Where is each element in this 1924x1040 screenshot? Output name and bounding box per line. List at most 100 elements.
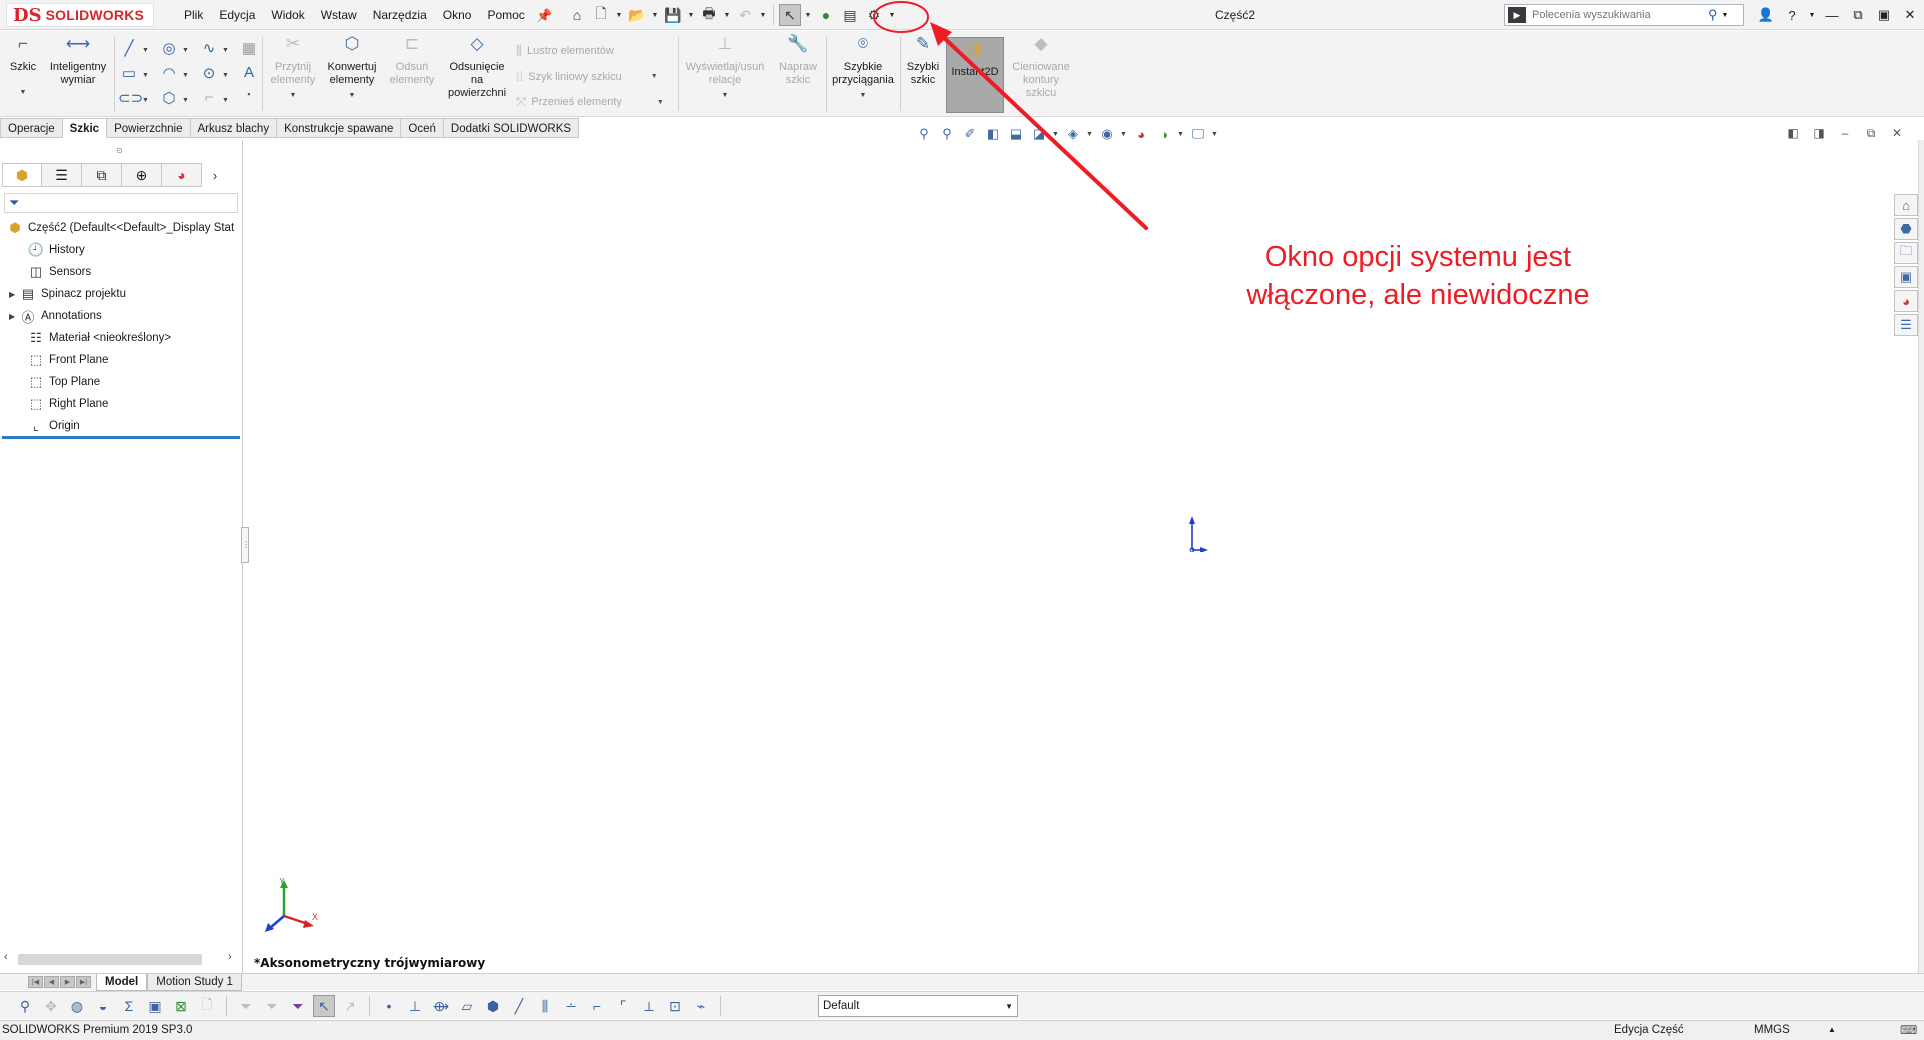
more-tabs-chevron-icon[interactable]: › (202, 163, 228, 187)
circle-dropdown-icon[interactable]: ▼ (182, 47, 189, 54)
document-icon[interactable]: 🗋 (196, 995, 218, 1017)
undo-dropdown-icon[interactable]: ▼ (758, 4, 768, 26)
save-icon[interactable]: 💾 (662, 4, 684, 26)
design-library-icon[interactable]: ⬣ (1894, 218, 1918, 240)
tab-ocen[interactable]: Oceń (401, 118, 444, 138)
open-folder-icon[interactable]: 📂 (626, 4, 648, 26)
menu-pomoc[interactable]: Pomoc (479, 0, 532, 30)
print-icon[interactable]: 🖶 (698, 4, 720, 26)
tab-motion-study-1[interactable]: Motion Study 1 (147, 974, 242, 991)
search-icon[interactable]: ⚲ (1708, 7, 1718, 23)
dimension-tool-icon[interactable]: ⟂ (638, 995, 660, 1017)
configuration-select[interactable]: Default ▼ (818, 995, 1018, 1017)
axis-tool-icon[interactable]: ⊥ (404, 995, 426, 1017)
search-input[interactable] (1532, 9, 1708, 21)
view-forward-icon[interactable]: ◨ (1810, 124, 1828, 142)
panel-splitter[interactable]: ⋮ (241, 527, 250, 563)
hide-show-items-icon[interactable]: ◉ (1097, 124, 1117, 144)
spline-icon[interactable]: ∿ (198, 39, 220, 57)
smart-dimension-button[interactable]: ⟷ Inteligentny wymiar (44, 35, 112, 87)
linear-pattern-button[interactable]: ⁞⁞ Szyk liniowy szkicu ▼ (516, 69, 658, 84)
rectangle-icon[interactable]: ▭ (118, 64, 140, 82)
offset-on-surface-button[interactable]: ◇ Odsunięcie na powierzchni (442, 35, 512, 100)
tree-root-part[interactable]: ⬢ Część2 (Default<<Default>_Display Stat (0, 217, 234, 239)
edit-appearance-icon[interactable]: ◕ (1131, 124, 1151, 144)
close-icon[interactable]: ✕ (1900, 5, 1920, 25)
fillet-dropdown-icon[interactable]: ▼ (222, 97, 229, 104)
section-properties-icon[interactable]: ◒ (92, 995, 114, 1017)
options-dropdown-icon[interactable]: ▼ (887, 4, 897, 26)
new-document-icon[interactable]: 🗋 (590, 4, 612, 26)
selection-filter-icon[interactable]: ⏷ (287, 995, 309, 1017)
undo-icon[interactable]: ↶ (734, 4, 756, 26)
tree-item-right-plane[interactable]: ⬚ Right Plane (0, 393, 109, 415)
solidworks-logo[interactable]: DS SOLIDWORKS (6, 3, 154, 27)
polygon-icon[interactable]: ⬡ (158, 89, 180, 107)
trim-dropdown-icon[interactable]: ▼ (266, 89, 320, 102)
restore-window-icon[interactable]: ⧉ (1848, 5, 1868, 25)
display-manager-tab-icon[interactable]: ◕ (162, 163, 202, 187)
sketch-point-icon[interactable]: ∸ (560, 995, 582, 1017)
tab-operacje[interactable]: Operacje (0, 118, 63, 138)
display-style-dropdown-icon[interactable]: ▼ (1086, 131, 1094, 138)
tree-item-material[interactable]: ☷ Materiał <nieokreślony> (0, 327, 171, 349)
pattern-dropdown-icon[interactable]: ▼ (651, 73, 658, 80)
panel-horizontal-scrollbar[interactable]: ‹ › (0, 951, 241, 967)
scroll-right-icon[interactable]: › (228, 951, 232, 963)
tile-window-icon[interactable]: ▣ (1874, 5, 1894, 25)
ellipse-dropdown-icon[interactable]: ▼ (222, 72, 229, 79)
tab-model[interactable]: Model (96, 974, 148, 991)
file-properties-icon[interactable]: ▤ (839, 4, 861, 26)
expand-arrow-icon[interactable]: ▶ (9, 290, 19, 299)
scroll-left-icon[interactable]: ‹ (4, 951, 8, 963)
tree-item-origin[interactable]: ⌞ Origin (0, 415, 80, 437)
instant2d-button[interactable]: ▥ Instant2D (946, 37, 1004, 113)
move-icon[interactable]: ✥ (40, 995, 62, 1017)
point-tool-icon[interactable]: • (378, 995, 400, 1017)
point-icon[interactable]: ▪ (238, 89, 260, 99)
view-orientation-dropdown-icon[interactable]: ▼ (1052, 131, 1060, 138)
rollback-bar[interactable] (2, 436, 240, 439)
filter-faces-icon[interactable]: ⏷ (235, 995, 257, 1017)
feature-manager-tab-icon[interactable]: ⬢ (2, 163, 42, 187)
user-account-icon[interactable]: 👤 (1756, 5, 1776, 25)
open-dropdown-icon[interactable]: ▼ (650, 4, 660, 26)
tab-dodatki-solidworks[interactable]: Dodatki SOLIDWORKS (443, 118, 580, 138)
view-orientation-icon[interactable]: ◪ (1029, 124, 1049, 144)
tab-powierzchnie[interactable]: Powierzchnie (107, 118, 191, 138)
print-dropdown-icon[interactable]: ▼ (722, 4, 732, 26)
box-icon[interactable]: ⬢ (482, 995, 504, 1017)
tree-item-annotations[interactable]: ▶ Ⓐ Annotations (0, 305, 102, 327)
tab-arkusz-blachy[interactable]: Arkusz blachy (190, 118, 278, 138)
home-icon[interactable]: ⌂ (566, 4, 588, 26)
hide-show-dropdown-icon[interactable]: ▼ (1120, 131, 1128, 138)
szkic-dropdown-icon[interactable]: ▼ (6, 86, 40, 99)
menu-narzedzia[interactable]: Narzędzia (365, 0, 435, 30)
spline-dropdown-icon[interactable]: ▼ (222, 47, 229, 54)
help-dropdown-icon[interactable]: ▼ (1808, 5, 1816, 25)
pin-menu-icon[interactable]: 📌 (536, 8, 552, 24)
szkic-button[interactable]: ⌐ Szkic ▼ (6, 35, 40, 99)
panel-grip-icon[interactable]: ⊙ (116, 146, 123, 155)
quick-snaps-dropdown-icon[interactable]: ▼ (830, 89, 896, 102)
expand-arrow-icon[interactable]: ▶ (9, 312, 19, 321)
select-cursor-icon[interactable]: ↖ (313, 995, 335, 1017)
rebuild-traffic-light-icon[interactable]: ● (815, 4, 837, 26)
circle-icon[interactable]: ◎ (158, 39, 180, 57)
mate-tool-icon[interactable]: ⊡ (664, 995, 686, 1017)
plane-tool-icon[interactable]: ▱ (456, 995, 478, 1017)
menu-okno[interactable]: Okno (435, 0, 480, 30)
filter-edges-icon[interactable]: ⏷ (261, 995, 283, 1017)
view-settings-dropdown-icon[interactable]: ▼ (1211, 131, 1219, 138)
zoom-to-fit-icon[interactable]: ⚲ (914, 124, 934, 144)
property-manager-tab-icon[interactable]: ☰ (42, 163, 82, 187)
status-quick-tips-icon[interactable]: ⌨ (1900, 1023, 1917, 1037)
extrude-icon[interactable]: ⫼ (534, 995, 556, 1017)
sketch-line-icon[interactable]: ╱ (508, 995, 530, 1017)
solidworks-resources-icon[interactable]: ⌂ (1894, 194, 1918, 216)
zoom-to-area-icon[interactable]: ⚲ (937, 124, 957, 144)
menu-widok[interactable]: Widok (263, 0, 312, 30)
options-gear-icon[interactable]: ⚙ (863, 4, 885, 26)
ellipse-icon[interactable]: ⊙ (198, 64, 220, 82)
view-palette-icon[interactable]: ▣ (1894, 266, 1918, 288)
